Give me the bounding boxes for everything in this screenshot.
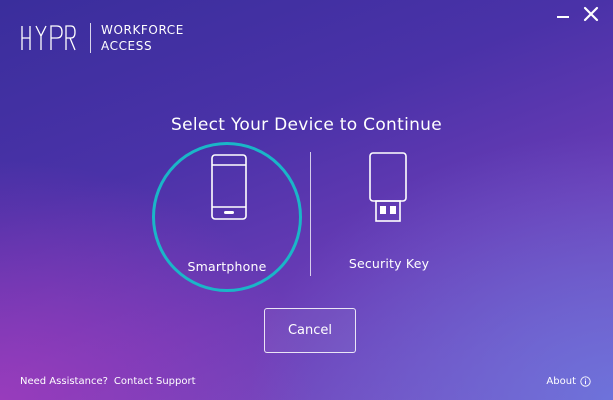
- brand-header: WORKFORCE ACCESS: [20, 22, 184, 54]
- security-key-label: Security Key: [348, 256, 430, 271]
- minimize-icon: [557, 16, 569, 18]
- close-button[interactable]: [583, 6, 599, 22]
- device-option-security-key[interactable]: Security Key: [330, 142, 448, 292]
- window-controls: [557, 6, 599, 22]
- close-icon: [583, 6, 599, 22]
- page-title: Select Your Device to Continue: [171, 115, 442, 135]
- contact-support-link[interactable]: Contact Support: [114, 376, 196, 387]
- product-name-line2: ACCESS: [101, 39, 153, 53]
- cancel-button[interactable]: Cancel: [264, 308, 356, 353]
- hypr-logo: [21, 25, 76, 51]
- product-name: WORKFORCE ACCESS: [101, 22, 184, 54]
- product-name-line1: WORKFORCE: [101, 23, 184, 37]
- brand-divider: [90, 23, 91, 53]
- assistance-text: Need Assistance?: [20, 376, 108, 387]
- about-link[interactable]: About: [546, 376, 591, 387]
- smartphone-label: Smartphone: [187, 259, 267, 274]
- device-option-smartphone[interactable]: Smartphone: [152, 142, 302, 292]
- smartphone-icon: [211, 154, 247, 220]
- minimize-button[interactable]: [557, 10, 569, 18]
- usb-key-icon: [369, 152, 407, 222]
- about-label: About: [546, 376, 576, 387]
- option-divider: [310, 152, 311, 276]
- footer-assistance: Need Assistance? Contact Support: [20, 376, 196, 387]
- info-icon: [580, 376, 591, 387]
